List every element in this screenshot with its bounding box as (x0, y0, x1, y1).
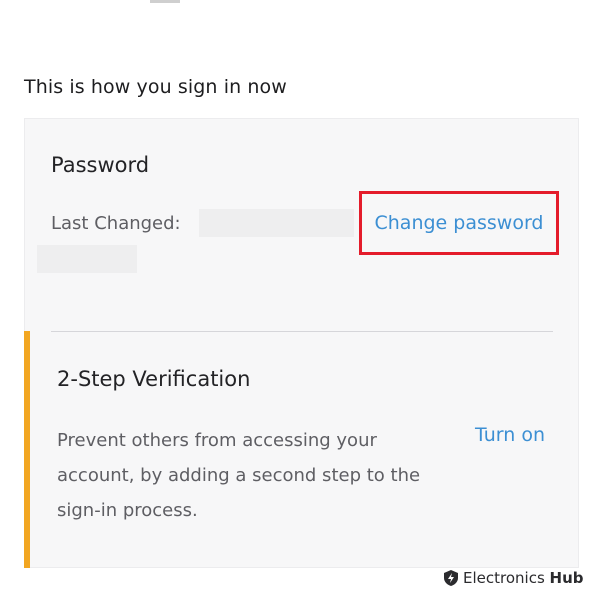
section-divider (51, 331, 553, 332)
watermark-brand-suffix: Hub (549, 569, 584, 587)
redacted-date-block (199, 209, 354, 237)
last-changed-label: Last Changed: (51, 213, 181, 234)
two-step-accent-bar (24, 331, 30, 568)
sign-in-methods-card: Password Last Changed: Change password 2… (24, 118, 579, 568)
two-step-verification-title: 2-Step Verification (57, 367, 251, 391)
turn-on-two-step-link[interactable]: Turn on (475, 424, 545, 446)
watermark-brand-prefix: Electronics (463, 569, 545, 587)
change-password-label: Change password (374, 212, 544, 234)
shield-bolt-icon (444, 570, 458, 586)
password-title: Password (51, 153, 150, 177)
watermark: Electronics Hub (444, 569, 584, 587)
account-security-page: This is how you sign in now Password Las… (0, 0, 595, 590)
change-password-link[interactable]: Change password (359, 191, 559, 255)
two-step-verification-description: Prevent others from accessing your accou… (57, 430, 421, 521)
watermark-brand: Electronics Hub (463, 569, 584, 587)
redacted-date-block-continued (37, 245, 137, 273)
sign-in-methods-heading: This is how you sign in now (24, 76, 287, 98)
cropped-header-remnant (150, 0, 180, 3)
